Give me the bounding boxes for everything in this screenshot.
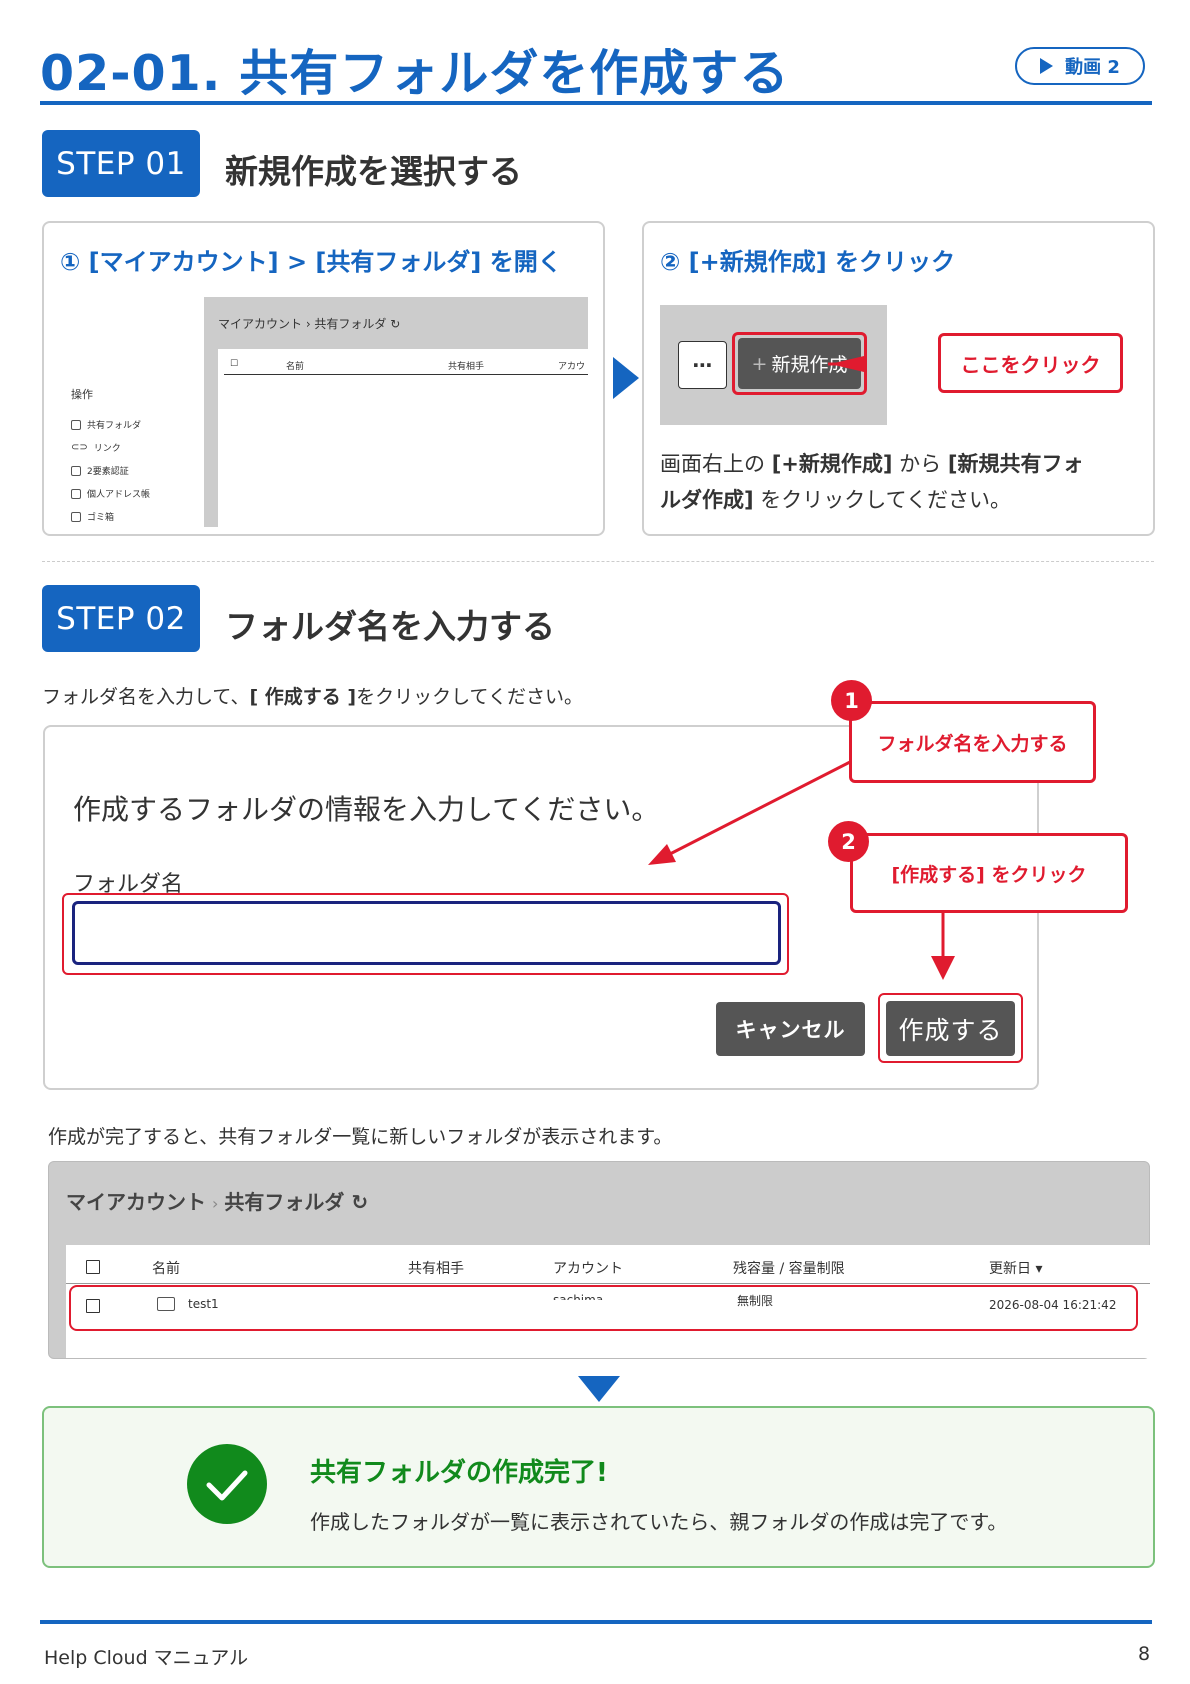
- step-number-1: 1: [831, 680, 872, 721]
- col-account: アカウント: [553, 1261, 623, 1277]
- col-name: 名前: [152, 1261, 180, 1277]
- step-number-2: 2: [828, 821, 869, 862]
- breadcrumb-separator: ›: [212, 1194, 219, 1213]
- page-number: 8: [1138, 1643, 1151, 1665]
- breadcrumb-shared-folder: 共有フォルダ ↻: [224, 1190, 369, 1214]
- arrow-line: [667, 760, 851, 857]
- list-breadcrumb: マイアカウント › 共有フォルダ ↻: [66, 1186, 368, 1215]
- table-header-line: [66, 1283, 1150, 1284]
- completion-text: 作成したフォルダが一覧に表示されていたら、親フォルダの作成は完了です。: [310, 1510, 1008, 1534]
- breadcrumb-my-account: マイアカウント: [66, 1190, 206, 1214]
- col-shared-with: 共有相手: [408, 1261, 464, 1277]
- col-updated[interactable]: 更新日 ▾: [989, 1258, 1042, 1278]
- click-create-callout: [作成する] をクリック: [850, 833, 1128, 913]
- arrow-down-icon: [578, 1376, 620, 1402]
- arrow-head: [648, 844, 676, 865]
- footer-manual-name: Help Cloud マニュアル: [44, 1647, 249, 1669]
- header-checkbox[interactable]: [86, 1260, 100, 1274]
- completion-title: 共有フォルダの作成完了!: [310, 1458, 608, 1488]
- new-row-highlight: [69, 1285, 1138, 1331]
- input-folder-name-callout: フォルダ名を入力する: [849, 701, 1096, 783]
- col-capacity: 残容量 / 容量制限: [733, 1261, 845, 1277]
- check-icon: [187, 1444, 267, 1524]
- footer-divider: [40, 1620, 1152, 1624]
- arrow-head: [830, 356, 864, 372]
- result-text: 作成が完了すると、共有フォルダ一覧に新しいフォルダが表示されます。: [48, 1126, 673, 1148]
- arrow-head: [931, 956, 955, 980]
